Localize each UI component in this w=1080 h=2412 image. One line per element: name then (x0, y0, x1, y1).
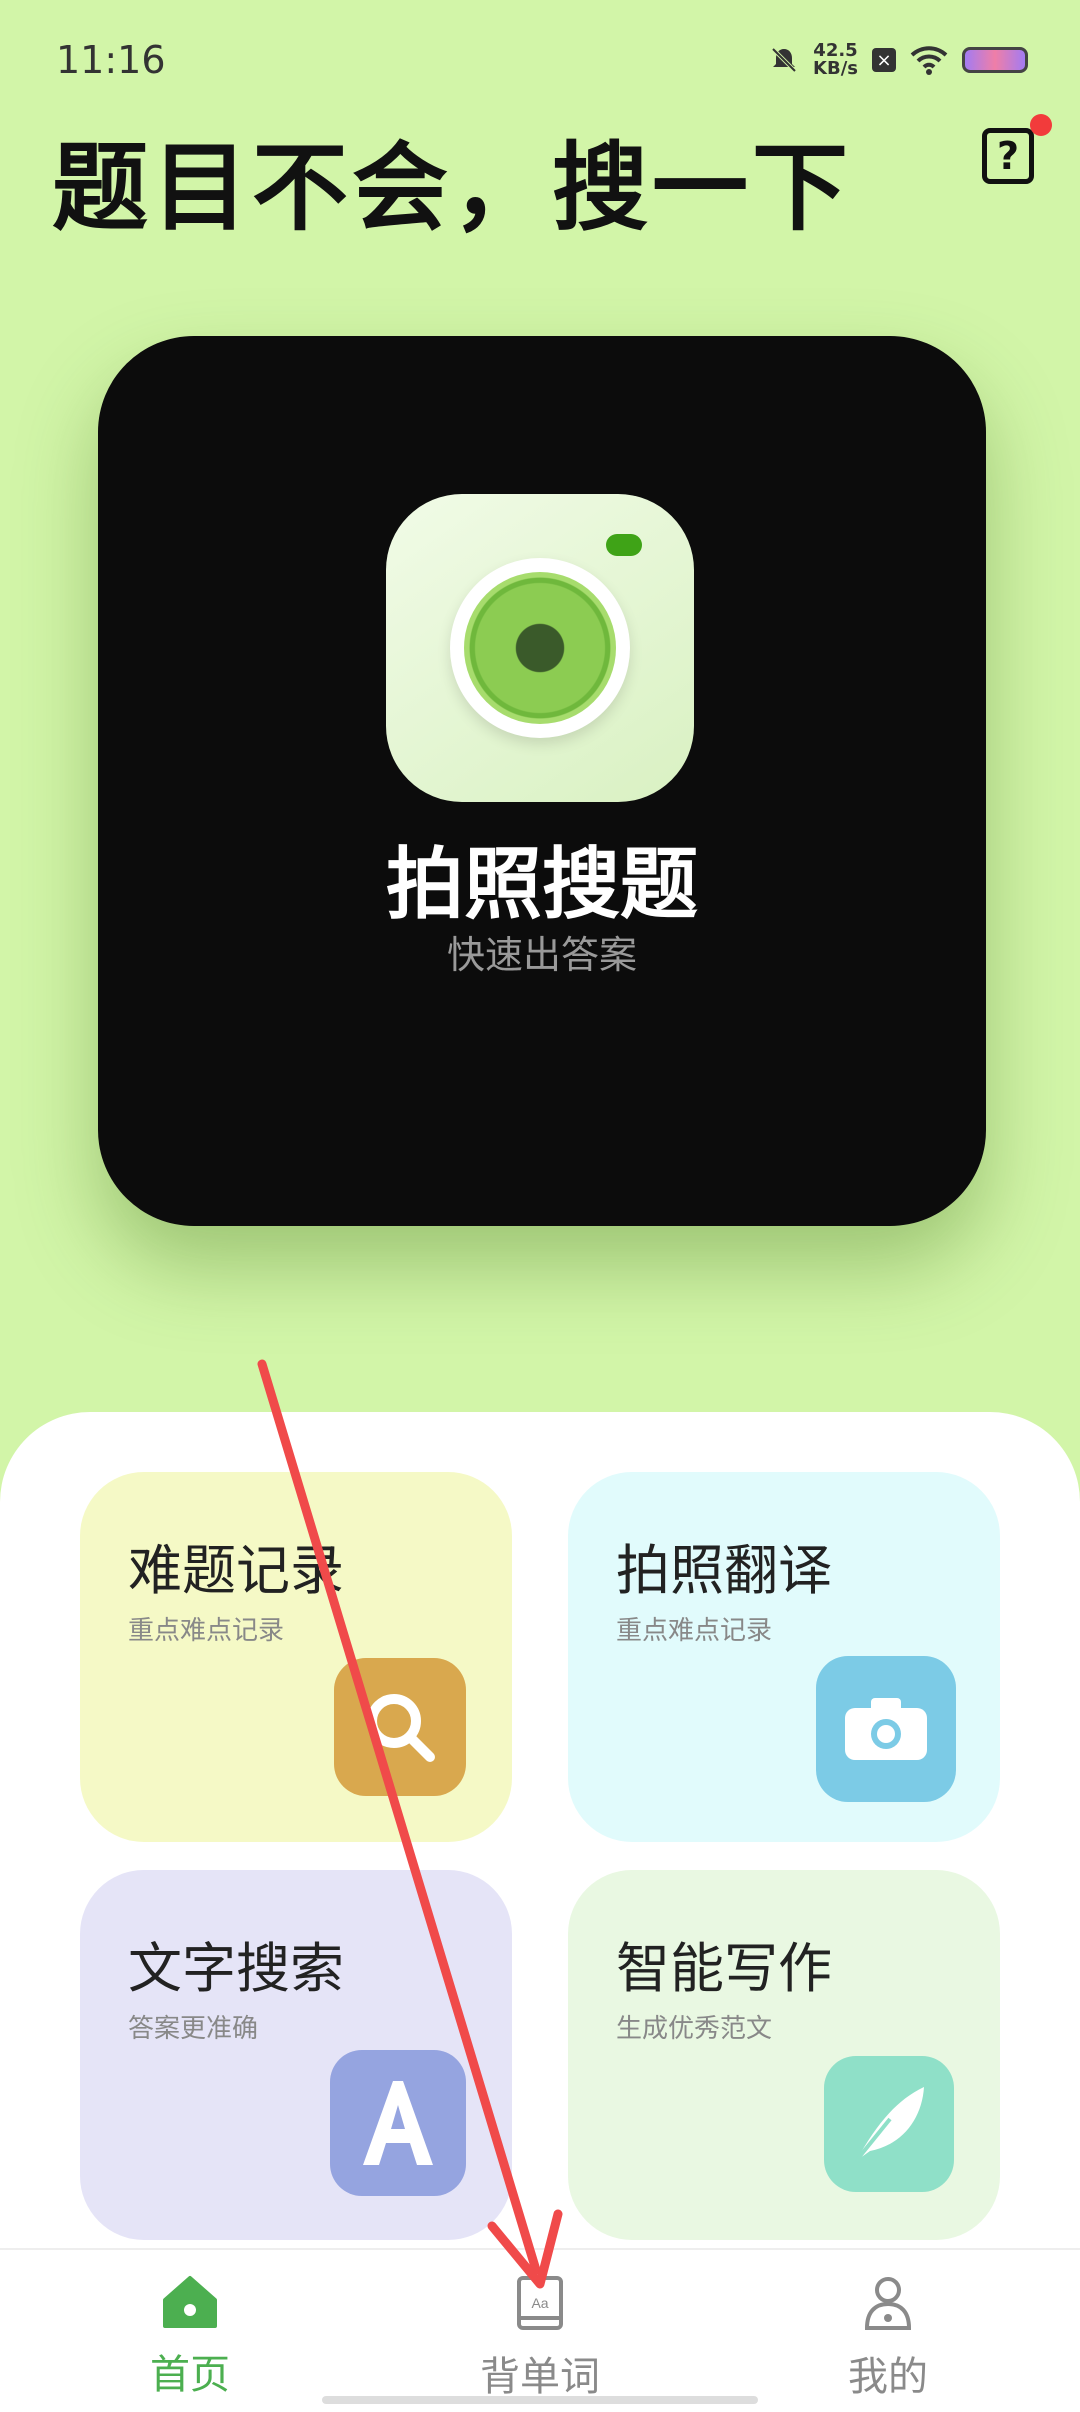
network-speed: 42.5 KB/s (813, 40, 858, 79)
svg-text:Aa: Aa (531, 2295, 548, 2311)
tab-label: 首页 (150, 2352, 230, 2398)
card-title: 拍照翻译 (616, 1539, 832, 1602)
bottom-tab-bar: 首页 Aa 背单词 我的 (0, 2248, 1080, 2410)
notification-x-icon: × (872, 48, 896, 72)
smart-writing-card[interactable]: 智能写作 生成优秀范文 (568, 1870, 1000, 2240)
card-subtitle: 生成优秀范文 (616, 2014, 773, 2044)
book-icon: Aa (517, 2276, 563, 2330)
notification-dot (1030, 114, 1052, 136)
feather-icon (824, 2056, 954, 2192)
card-title: 文字搜索 (128, 1937, 344, 2000)
camera-icon (816, 1656, 956, 1802)
card-title: 智能写作 (616, 1937, 832, 2000)
status-bar: 11:16 42.5 KB/s × (0, 0, 1080, 110)
difficult-records-card[interactable]: 难题记录 重点难点记录 (80, 1472, 512, 1842)
mute-bell-icon (771, 47, 797, 73)
battery-icon (962, 47, 1028, 73)
tab-mine[interactable]: 我的 (788, 2274, 988, 2402)
tab-vocabulary[interactable]: Aa 背单词 (440, 2274, 640, 2402)
tab-home[interactable]: 首页 (90, 2274, 290, 2400)
card-subtitle: 重点难点记录 (616, 1616, 773, 1646)
page-title: 题目不会，搜一下 (52, 132, 852, 244)
tab-label: 背单词 (480, 2354, 600, 2400)
photo-search-card[interactable]: 拍照搜题 快速出答案 (98, 336, 986, 1226)
home-indicator[interactable] (322, 2396, 758, 2404)
card-subtitle: 答案更准确 (128, 2014, 259, 2044)
tab-label: 我的 (848, 2354, 928, 2400)
search-icon (334, 1658, 466, 1796)
hero-subtitle: 快速出答案 (446, 933, 637, 977)
card-title: 难题记录 (128, 1539, 344, 1602)
wifi-icon (910, 46, 948, 75)
card-subtitle: 重点难点记录 (128, 1616, 285, 1646)
hero-title: 拍照搜题 (385, 840, 698, 930)
status-icons: 42.5 KB/s × (769, 42, 1028, 78)
question-icon[interactable]: ? (982, 128, 1034, 184)
photo-translate-card[interactable]: 拍照翻译 重点难点记录 (568, 1472, 1000, 1842)
camera-led (606, 534, 642, 556)
home-icon (163, 2276, 217, 2328)
camera-icon (386, 494, 694, 802)
letter-a-icon (330, 2050, 466, 2196)
camera-lens (450, 558, 630, 738)
text-search-card[interactable]: 文字搜索 答案更准确 (80, 1870, 512, 2240)
status-time: 11:16 (56, 38, 166, 82)
user-icon (864, 2277, 912, 2330)
